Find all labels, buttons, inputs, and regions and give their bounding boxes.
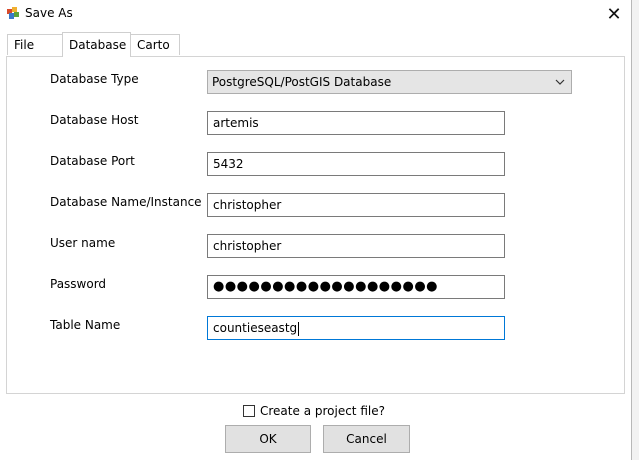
database-name-field[interactable]: christopher [207,193,505,217]
window-title: Save As [25,6,73,20]
user-name-label: User name [50,236,116,250]
database-host-value: artemis [213,116,259,130]
tab-carto-label: Carto [137,38,170,52]
tab-carto[interactable]: Carto [130,34,180,55]
table-name-field[interactable]: countieseastg [207,316,505,340]
password-field[interactable]: ●●●●●●●●●●●●●●●●●●● [207,275,505,299]
text-caret [298,321,300,336]
database-port-value: 5432 [213,157,244,171]
database-type-select[interactable]: PostgreSQL/PostGIS Database [207,70,572,94]
database-port-label: Database Port [50,154,135,168]
app-icon [7,7,19,19]
database-host-field[interactable]: artemis [207,111,505,135]
create-project-label: Create a project file? [260,404,385,418]
background-window-edge [632,0,639,460]
database-panel [6,56,625,394]
password-value: ●●●●●●●●●●●●●●●●●●● [213,279,439,294]
tab-database-label: Database [69,38,127,52]
table-name-label: Table Name [50,318,121,332]
close-icon: ✕ [606,3,622,25]
database-name-label: Database Name/Instance [50,195,202,209]
create-project-checkbox[interactable] [243,405,255,417]
ok-button[interactable]: OK [225,425,311,453]
user-name-value: christopher [213,239,282,253]
password-label: Password [50,277,107,291]
database-type-value: PostgreSQL/PostGIS Database [212,75,392,89]
close-button[interactable]: ✕ [596,0,632,28]
save-as-dialog: Save As ✕ File Database Carto Database T… [0,0,632,460]
database-name-value: christopher [213,198,282,212]
database-type-label: Database Type [50,72,139,86]
database-host-label: Database Host [50,113,139,127]
user-name-field[interactable]: christopher [207,234,505,258]
table-name-value: countieseastg [213,321,298,335]
create-project-option[interactable]: Create a project file? [243,403,385,419]
tab-file[interactable]: File [7,34,63,55]
tab-database[interactable]: Database [62,32,131,57]
chevron-down-icon [555,72,565,100]
tab-file-label: File [14,38,35,52]
database-port-field[interactable]: 5432 [207,152,505,176]
cancel-button[interactable]: Cancel [323,425,410,453]
title-bar: Save As ✕ [0,0,631,28]
